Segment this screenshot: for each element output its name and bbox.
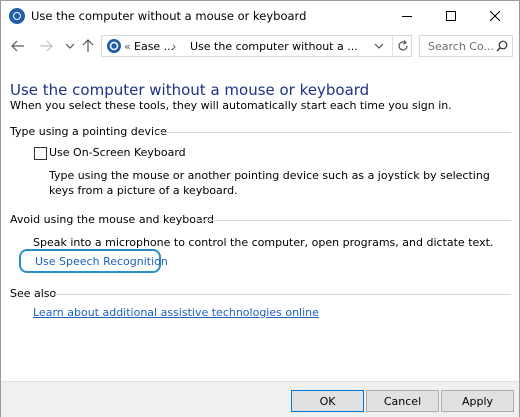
section-divider bbox=[195, 220, 511, 221]
refresh-button[interactable] bbox=[392, 36, 412, 56]
maximize-button[interactable] bbox=[429, 1, 473, 31]
dialog-footer: OK Cancel Apply bbox=[1, 381, 519, 417]
search-icon bbox=[496, 40, 508, 55]
breadcrumb-separator[interactable]: › bbox=[172, 40, 176, 53]
back-arrow-icon bbox=[11, 40, 24, 52]
up-arrow-icon bbox=[82, 39, 94, 52]
search-placeholder: Search Co... bbox=[428, 40, 494, 53]
breadcrumb-ease-of-access[interactable]: Ease ... bbox=[134, 40, 174, 53]
maximize-icon bbox=[446, 11, 456, 21]
minimize-icon bbox=[402, 16, 412, 17]
main-content: Use the computer without a mouse or keyb… bbox=[1, 62, 519, 382]
on-screen-keyboard-description: Type using the mouse or another pointing… bbox=[49, 169, 490, 197]
recent-locations-button[interactable] bbox=[61, 37, 79, 55]
up-button[interactable] bbox=[79, 37, 97, 55]
chevron-down-icon bbox=[374, 43, 384, 49]
section-divider bbox=[55, 294, 511, 295]
breadcrumb-current[interactable]: Use the computer without a ... bbox=[190, 40, 358, 53]
navigation-bar: « Ease ... › Use the computer without a … bbox=[1, 31, 519, 61]
section-divider bbox=[153, 132, 511, 133]
cancel-button[interactable]: Cancel bbox=[366, 390, 439, 412]
back-button[interactable] bbox=[9, 37, 27, 55]
chevron-down-icon bbox=[66, 43, 74, 49]
speech-recognition-highlight: Use Speech Recognition bbox=[19, 249, 168, 273]
address-dropdown-button[interactable] bbox=[374, 41, 384, 54]
use-speech-recognition-link[interactable]: Use Speech Recognition bbox=[35, 255, 168, 268]
on-screen-keyboard-checkbox[interactable] bbox=[34, 147, 47, 160]
title-bar: Use the computer without a mouse or keyb… bbox=[1, 1, 519, 31]
speech-recognition-description: Speak into a microphone to control the c… bbox=[33, 236, 494, 249]
forward-button[interactable] bbox=[37, 37, 55, 55]
section-heading-avoid-mouse-keyboard: Avoid using the mouse and keyboard bbox=[10, 213, 215, 226]
refresh-icon bbox=[397, 40, 408, 51]
minimize-button[interactable] bbox=[385, 1, 429, 31]
page-subtitle: When you select these tools, they will a… bbox=[10, 99, 452, 112]
assistive-technologies-link[interactable]: Learn about additional assistive technol… bbox=[33, 306, 319, 319]
control-panel-icon bbox=[106, 38, 122, 54]
window-title: Use the computer without a mouse or keyb… bbox=[31, 9, 307, 23]
breadcrumb-overflow[interactable]: « bbox=[124, 40, 131, 53]
address-bar[interactable]: « Ease ... › Use the computer without a … bbox=[101, 35, 412, 57]
page-title: Use the computer without a mouse or keyb… bbox=[10, 81, 370, 99]
forward-arrow-icon bbox=[40, 40, 53, 52]
ok-button[interactable]: OK bbox=[291, 390, 364, 412]
close-icon bbox=[490, 11, 500, 21]
section-heading-see-also: See also bbox=[10, 287, 57, 300]
close-button[interactable] bbox=[473, 1, 517, 31]
search-box[interactable]: Search Co... bbox=[419, 35, 513, 57]
control-panel-window: Use the computer without a mouse or keyb… bbox=[0, 0, 520, 417]
ease-of-access-icon bbox=[9, 8, 25, 24]
on-screen-keyboard-label[interactable]: Use On-Screen Keyboard bbox=[49, 146, 186, 159]
section-heading-pointing-device: Type using a pointing device bbox=[10, 125, 167, 138]
apply-button[interactable]: Apply bbox=[441, 390, 514, 412]
